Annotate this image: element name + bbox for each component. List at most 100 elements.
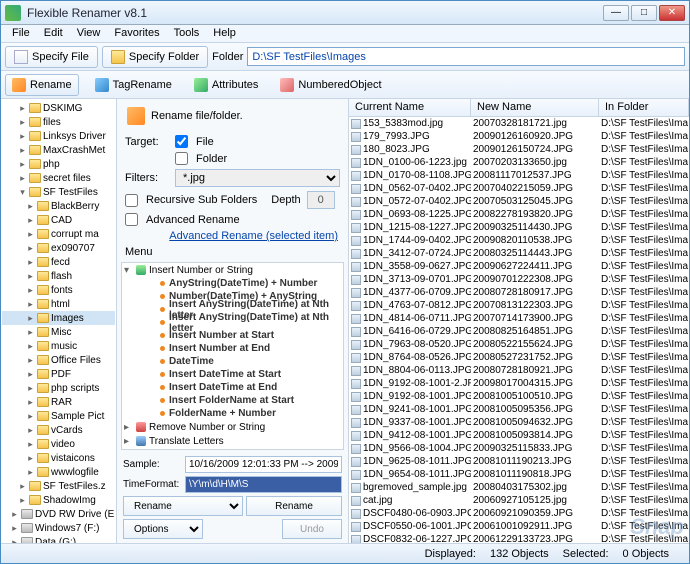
file-row[interactable]: 1DN_9412-08-1001.JPG20081005093814.JPGD:… (349, 429, 689, 442)
tab-numberedobject[interactable]: NumberedObject (274, 75, 387, 95)
tree-item[interactable]: ▸html (2, 297, 115, 311)
option-item[interactable]: Insert DateTime at Start (134, 368, 343, 381)
file-row[interactable]: 1DN_3713-09-0701.JPG20090701222308.JPGD:… (349, 273, 689, 286)
undo-button[interactable]: Undo (282, 519, 342, 539)
option-item[interactable]: DateTime (134, 355, 343, 368)
file-row[interactable]: 180_8023.JPG20090126150724.JPGD:\SF Test… (349, 143, 689, 156)
tree-item[interactable]: ▸Data (G:) (2, 535, 115, 543)
tree-item[interactable]: ▸SF TestFiles.z (2, 479, 115, 493)
tree-item[interactable]: ▸ShadowImg (2, 493, 115, 507)
file-row[interactable]: DSCF0550-06-1001.JPG20061001092911.JPGD:… (349, 520, 689, 533)
file-row[interactable]: 1DN_9337-08-1001.JPG20081005094632.JPGD:… (349, 416, 689, 429)
recursive-checkbox[interactable] (125, 194, 138, 207)
rename-options-list[interactable]: ▾Insert Number or StringAnyString(DateTi… (121, 262, 344, 450)
tree-item[interactable]: ▸BlackBerry (2, 199, 115, 213)
specify-folder-button[interactable]: Specify Folder (102, 46, 208, 68)
tree-item[interactable]: ▸Windows7 (F:) (2, 521, 115, 535)
file-row[interactable]: 1DN_0100-06-1223.jpg20070203133650.jpgD:… (349, 156, 689, 169)
tree-item[interactable]: ▸vistaicons (2, 451, 115, 465)
menu-file[interactable]: File (5, 25, 37, 42)
close-button[interactable]: ✕ (659, 5, 685, 21)
tree-item[interactable]: ▸php scripts (2, 381, 115, 395)
tab-rename[interactable]: Rename (5, 74, 79, 96)
file-row[interactable]: 179_7993.JPG20090126160920.JPGD:\SF Test… (349, 130, 689, 143)
file-row[interactable]: 153_5383mod.jpg20070328181721.jpgD:\SF T… (349, 117, 689, 130)
file-row[interactable]: 1DN_7963-08-0520.JPG20080522155624.JPGD:… (349, 338, 689, 351)
option-item[interactable]: Insert FolderName at Start (134, 394, 343, 407)
option-item[interactable]: Insert AnyString(DateTime) at Nth letter (134, 316, 343, 329)
menu-edit[interactable]: Edit (37, 25, 70, 42)
file-row[interactable]: 1DN_4814-06-0711.JPG20070714173900.JPGD:… (349, 312, 689, 325)
option-item[interactable]: AnyString(DateTime) + Number (134, 277, 343, 290)
col-current-name[interactable]: Current Name (349, 99, 471, 116)
tree-item[interactable]: ▸corrupt ma (2, 227, 115, 241)
tree-item[interactable]: ▸Linksys Driver (2, 129, 115, 143)
tree-item[interactable]: ▸php (2, 157, 115, 171)
tree-item[interactable]: ▸files (2, 115, 115, 129)
tab-attributes[interactable]: Attributes (188, 75, 264, 95)
file-row[interactable]: DSCF0480-06-0903.JPG20060921090359.JPGD:… (349, 507, 689, 520)
tree-item[interactable]: ▸ex090707 (2, 241, 115, 255)
file-row[interactable]: 1DN_9625-08-1011.JPG20081011190213.JPGD:… (349, 455, 689, 468)
file-row[interactable]: cat.jpg20060927105125.jpgD:\SF TestFiles… (349, 494, 689, 507)
file-row[interactable]: 1DN_9192-08-1001.JPG20081005100510.JPGD:… (349, 390, 689, 403)
tree-item[interactable]: ▸music (2, 339, 115, 353)
file-row[interactable]: bgremoved_sample.jpg20080403175302.jpgD:… (349, 481, 689, 494)
file-row[interactable]: DSCF0832-06-1227.JPG20061229133723.JPGD:… (349, 533, 689, 543)
tree-item[interactable]: ▸Office Files (2, 353, 115, 367)
file-row[interactable]: 1DN_1744-09-0402.JPG20090820110538.JPGD:… (349, 234, 689, 247)
file-row[interactable]: 1DN_9192-08-1001-2.JPG20098017004315.JPG… (349, 377, 689, 390)
file-row[interactable]: 1DN_1215-08-1227.JPG20090325114430.JPGD:… (349, 221, 689, 234)
col-new-name[interactable]: New Name (471, 99, 599, 116)
tree-item[interactable]: ▸secret files (2, 171, 115, 185)
tree-item[interactable]: ▸RAR (2, 395, 115, 409)
tab-tagrename[interactable]: TagRename (89, 75, 178, 95)
file-row[interactable]: 1DN_0572-07-0402.JPG20070503125045.JPGD:… (349, 195, 689, 208)
tree-item[interactable]: ▸fecd (2, 255, 115, 269)
minimize-button[interactable]: — (603, 5, 629, 21)
tree-item[interactable]: ▸Misc (2, 325, 115, 339)
rename-action-select[interactable]: Rename (123, 496, 243, 516)
file-row[interactable]: 1DN_9654-08-1011.JPG20081011190818.JPGD:… (349, 468, 689, 481)
option-group-header[interactable]: ▾Insert Number or String (122, 263, 343, 277)
advanced-link[interactable]: Advanced Rename (selected item) (117, 228, 348, 244)
tree-item[interactable]: ▸DSKIMG (2, 101, 115, 115)
folder-tree[interactable]: ▸DSKIMG▸files▸Linksys Driver▸MaxCrashMet… (1, 99, 117, 543)
file-row[interactable]: 1DN_4377-06-0709.JPG20080728180917.JPGD:… (349, 286, 689, 299)
menu-favorites[interactable]: Favorites (107, 25, 166, 42)
file-row[interactable]: 1DN_4763-07-0812.JPG20070813122303.JPGD:… (349, 299, 689, 312)
file-row[interactable]: 1DN_8804-06-0113.JPG20080728180921.JPGD:… (349, 364, 689, 377)
tree-item[interactable]: ▸video (2, 437, 115, 451)
tree-item[interactable]: ▸DVD RW Drive (E (2, 507, 115, 521)
maximize-button[interactable]: □ (631, 5, 657, 21)
filter-select[interactable]: *.jpg (175, 169, 340, 187)
folder-path-input[interactable] (247, 47, 685, 66)
file-row[interactable]: 1DN_8764-08-0526.JPG20080527231752.JPGD:… (349, 351, 689, 364)
tree-item[interactable]: ▾SF TestFiles (2, 185, 115, 199)
option-item[interactable]: FolderName + Number (134, 407, 343, 420)
options-select[interactable]: Options (123, 519, 203, 539)
tree-item[interactable]: ▸MaxCrashMet (2, 143, 115, 157)
tree-item[interactable]: ▸wwwlogfile (2, 465, 115, 479)
option-group-header[interactable]: ▸Remove Number or String (122, 420, 343, 434)
file-row[interactable]: 1DN_0693-08-1225.JPG20082278193820.JPGD:… (349, 208, 689, 221)
specify-file-button[interactable]: Specify File (5, 46, 98, 68)
tree-item[interactable]: ▸PDF (2, 367, 115, 381)
tree-item[interactable]: ▸CAD (2, 213, 115, 227)
file-row[interactable]: 1DN_9241-08-1001.JPG20081005095356.JPGD:… (349, 403, 689, 416)
tree-item[interactable]: ▸Images (2, 311, 115, 325)
option-group-header[interactable]: ▸Replace String (122, 448, 343, 450)
file-list-body[interactable]: 153_5383mod.jpg20070328181721.jpgD:\SF T… (349, 117, 689, 543)
advanced-checkbox[interactable] (125, 213, 138, 226)
rename-button[interactable]: Rename (246, 496, 342, 516)
file-row[interactable]: 1DN_0170-08-1108.JPG20081117012537.JPGD:… (349, 169, 689, 182)
timeformat-input[interactable] (185, 476, 342, 493)
col-in-folder[interactable]: In Folder (599, 99, 689, 116)
option-item[interactable]: Insert Number at End (134, 342, 343, 355)
target-file-checkbox[interactable] (175, 135, 188, 148)
sample-input[interactable] (185, 456, 342, 473)
file-row[interactable]: 1DN_9566-08-1004.JPG20090325115833.JPGD:… (349, 442, 689, 455)
file-row[interactable]: 1DN_0562-07-0402.JPG20070402215059.JPGD:… (349, 182, 689, 195)
menu-tools[interactable]: Tools (167, 25, 207, 42)
option-group-header[interactable]: ▸Translate Letters (122, 434, 343, 448)
